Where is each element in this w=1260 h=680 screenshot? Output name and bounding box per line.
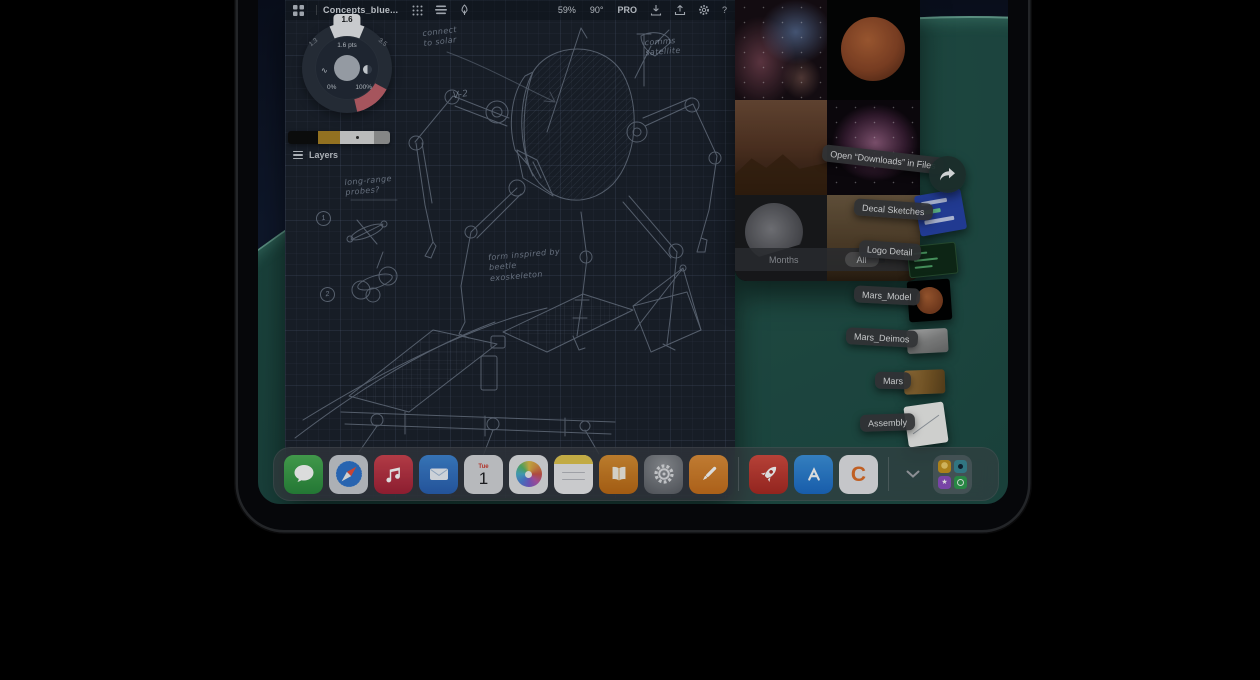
brush-size-label: 1.6 pts bbox=[337, 42, 357, 49]
swatch-gold[interactable] bbox=[318, 131, 340, 144]
annotation-comms: commssatellite bbox=[644, 36, 681, 59]
layers-icon bbox=[293, 151, 303, 159]
mail-envelope-icon bbox=[426, 461, 452, 487]
opacity-max: 100% bbox=[355, 84, 372, 91]
dock: Tue 1 bbox=[273, 447, 999, 501]
settings-gear-icon[interactable] bbox=[698, 4, 710, 16]
app-store-a-icon bbox=[801, 461, 827, 487]
rotation-angle[interactable]: 90° bbox=[590, 5, 604, 15]
brush-preview-dab[interactable] bbox=[334, 55, 360, 81]
import-icon[interactable] bbox=[650, 4, 662, 16]
active-size-label: 1.6 bbox=[333, 14, 360, 30]
concepts-c-icon: C bbox=[851, 464, 866, 485]
photos-flower-icon bbox=[516, 461, 542, 487]
document-title[interactable]: Concepts_blue... bbox=[323, 5, 398, 15]
open-book-icon bbox=[607, 462, 631, 486]
zoom-level[interactable]: 59% bbox=[558, 5, 576, 15]
photo-mars-globe[interactable] bbox=[827, 0, 920, 100]
annotation-probes: long-rangeprobes? bbox=[344, 174, 393, 199]
pen-nib-icon[interactable] bbox=[459, 4, 470, 16]
opacity-min: 0% bbox=[327, 84, 336, 91]
annotation-version: V-2 bbox=[452, 89, 469, 103]
dot-grid-icon[interactable] bbox=[412, 5, 423, 16]
dock-safari-app[interactable] bbox=[329, 455, 368, 494]
photo-mars-ridge[interactable] bbox=[735, 100, 827, 195]
dock-photos-app[interactable] bbox=[509, 455, 548, 494]
mini-app-clock bbox=[954, 476, 967, 489]
dock-books-app[interactable] bbox=[599, 455, 638, 494]
calendar-day: 1 bbox=[479, 470, 488, 488]
concepts-app-window: Concepts_blue... 59% 90° PRO bbox=[285, 0, 735, 498]
opacity-icon bbox=[363, 65, 372, 74]
dock-messages-app[interactable] bbox=[284, 455, 323, 494]
photos-app-window: Months All bbox=[735, 0, 920, 281]
annotation-solar: connectto solar bbox=[422, 25, 459, 50]
safari-compass-icon bbox=[334, 459, 364, 489]
chevron-down-icon bbox=[906, 470, 920, 478]
swatch-gray[interactable] bbox=[374, 131, 390, 144]
color-swatch-bar[interactable] bbox=[288, 131, 390, 144]
forward-arrow-icon bbox=[939, 167, 956, 182]
tool-wheel-hub[interactable]: 1.6 pts ∿ 0% 100% bbox=[315, 36, 379, 100]
layers-label: Layers bbox=[309, 150, 338, 160]
dock-calendar-app[interactable]: Tue 1 bbox=[464, 455, 503, 494]
pro-badge[interactable]: PRO bbox=[617, 5, 637, 15]
layer-stack-icon[interactable] bbox=[435, 5, 447, 15]
pen-icon bbox=[696, 461, 722, 487]
dock-sketch-pen-app[interactable] bbox=[689, 455, 728, 494]
export-icon[interactable] bbox=[674, 4, 686, 16]
workspace-grid-icon[interactable] bbox=[293, 5, 304, 16]
dock-notes-app[interactable] bbox=[554, 455, 593, 494]
swatch-black[interactable] bbox=[288, 131, 318, 144]
music-note-icon bbox=[382, 462, 406, 486]
dock-mail-app[interactable] bbox=[419, 455, 458, 494]
photo-horsehead-nebula[interactable] bbox=[735, 0, 827, 100]
mini-app-lightbulb bbox=[938, 460, 951, 473]
dock-app-library[interactable]: ★ bbox=[933, 455, 972, 494]
dock-settings-app[interactable] bbox=[644, 455, 683, 494]
dock-app-store-app[interactable] bbox=[794, 455, 833, 494]
swatch-selected-light[interactable] bbox=[340, 131, 374, 144]
tool-wheel[interactable]: 1.6 1.3 3.5 1.6 pts ∿ 0% 100% bbox=[302, 23, 392, 113]
rocket-icon bbox=[756, 461, 782, 487]
ipad-screen: Concepts_blue... 59% 90° PRO bbox=[258, 0, 1008, 504]
mini-app-star: ★ bbox=[938, 476, 951, 489]
help-button[interactable]: ? bbox=[722, 5, 727, 15]
messages-bubble-icon bbox=[291, 461, 317, 487]
dock-collapse-chevron[interactable] bbox=[899, 455, 927, 494]
dock-divider bbox=[888, 457, 889, 491]
dock-divider bbox=[738, 457, 739, 491]
dock-concepts-app[interactable]: C bbox=[839, 455, 878, 494]
share-drop-button[interactable] bbox=[929, 156, 966, 193]
dock-music-app[interactable] bbox=[374, 455, 413, 494]
ipad-device: Concepts_blue... 59% 90° PRO bbox=[238, 0, 1028, 530]
dock-rocket-app[interactable] bbox=[749, 455, 788, 494]
drag-label-mars-model[interactable]: Mars_Model bbox=[854, 285, 920, 305]
mini-app-camera bbox=[954, 460, 967, 473]
smoothing-icon: ∿ bbox=[321, 66, 328, 75]
drag-label-assembly[interactable]: Assembly bbox=[860, 413, 916, 432]
toolbar-divider bbox=[316, 5, 317, 15]
layers-button[interactable]: Layers bbox=[293, 150, 338, 160]
notes-yellow-band bbox=[554, 455, 593, 464]
tab-months[interactable]: Months bbox=[769, 255, 799, 265]
settings-gear-icon bbox=[651, 461, 677, 487]
annotation-beetle: form inspired bybeetleexoskeleton bbox=[488, 247, 563, 284]
app-library-mini-grid: ★ bbox=[938, 460, 967, 489]
drag-label-mars[interactable]: Mars bbox=[875, 372, 911, 390]
